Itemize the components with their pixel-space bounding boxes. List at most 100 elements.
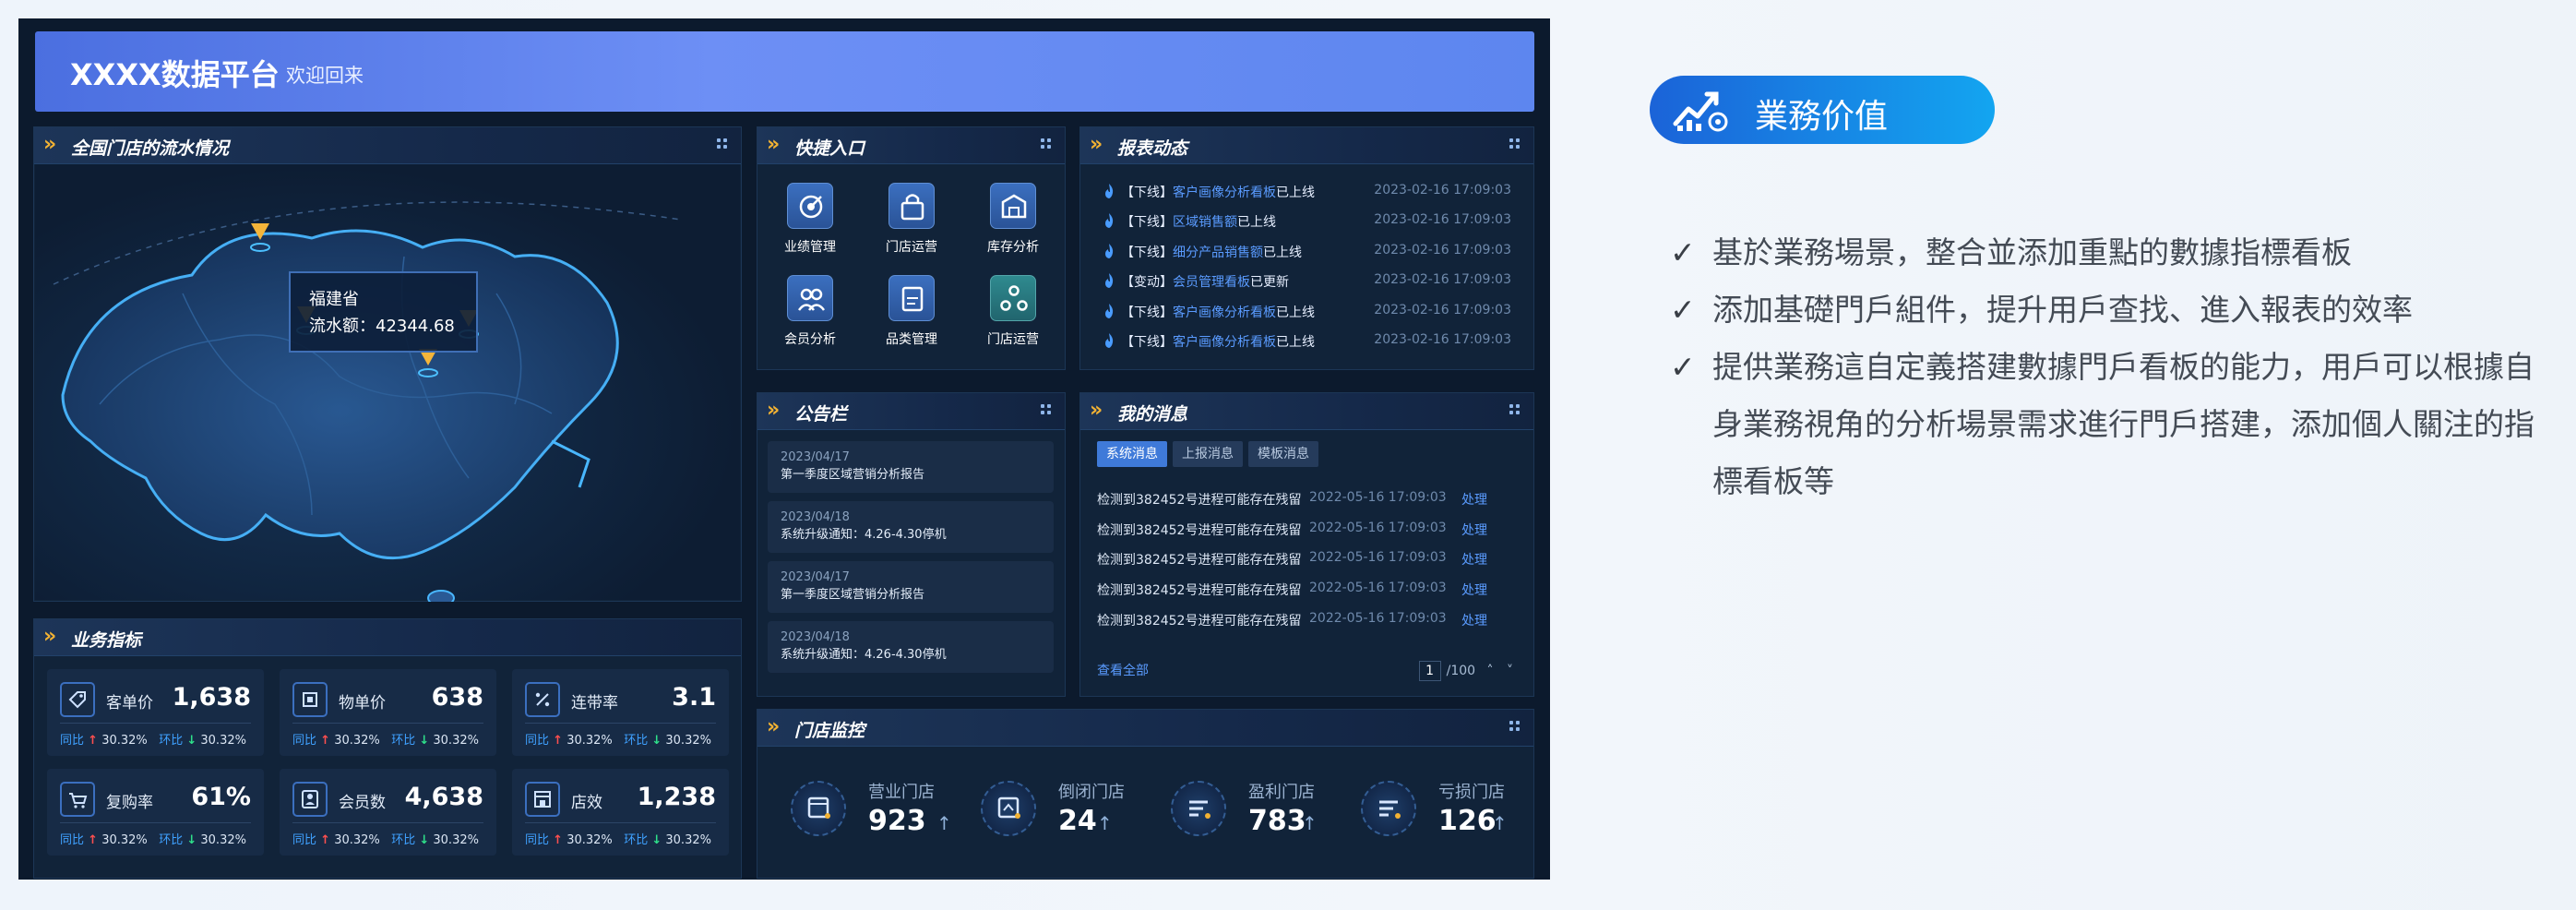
chevron-icon: » <box>43 625 56 648</box>
message-text: 检测到382452号进程可能存在残留 <box>1097 614 1302 629</box>
store-profit-icon <box>1171 781 1226 836</box>
chevron-icon: » <box>767 715 780 738</box>
panel-header: » 全国门店的流水情况 <box>34 127 741 164</box>
more-icon[interactable] <box>1509 404 1522 417</box>
more-icon[interactable] <box>1041 138 1054 151</box>
view-all-link[interactable]: 查看全部 <box>1097 661 1149 679</box>
report-row[interactable]: 【下线】区域销售额已上线 2023-02-16 17:09:03 <box>1103 210 1511 233</box>
more-icon[interactable] <box>717 138 730 151</box>
kpi-card[interactable]: 店效 1,238 同比 ↑ 30.32% 环比 ↓ 30.32% <box>512 769 729 856</box>
more-icon[interactable] <box>1041 404 1054 417</box>
monitor-profit-stores[interactable]: 盈利门店 783 ↑ <box>1171 779 1355 844</box>
quick-item-members[interactable]: 会员分析 <box>764 275 856 348</box>
handle-link[interactable]: 处理 <box>1461 521 1487 539</box>
report-time: 2023-02-16 17:09:03 <box>1374 212 1511 227</box>
report-name[interactable]: 区域销售额 <box>1173 215 1237 230</box>
report-tag: 【下线】 <box>1121 335 1173 350</box>
chevron-icon: » <box>1090 133 1103 156</box>
bullet-text: 添加基礎門戶組件，提升用戶查找、進入報表的效率 <box>1712 292 2413 328</box>
more-icon[interactable] <box>1509 721 1522 734</box>
chevron-icon: » <box>767 399 780 422</box>
report-row[interactable]: 【变动】会员管理看板已更新 2023-02-16 17:09:03 <box>1103 270 1511 293</box>
quick-item-label: 门店运营 <box>886 240 937 255</box>
more-icon[interactable] <box>1509 138 1522 151</box>
notice-date: 2023/04/18 <box>781 510 850 524</box>
message-text: 检测到382452号进程可能存在残留 <box>1097 553 1302 568</box>
report-name[interactable]: 会员管理看板 <box>1173 275 1250 290</box>
panel-header: » 门店监控 <box>757 710 1533 747</box>
message-time: 2022-05-16 17:09:03 <box>1309 521 1447 535</box>
report-row[interactable]: 【下线】客户画像分析看板已上线 2023-02-16 17:09:03 <box>1103 181 1511 203</box>
report-time: 2023-02-16 17:09:03 <box>1374 272 1511 287</box>
report-tag: 【变动】 <box>1121 275 1173 290</box>
quick-item-label: 品类管理 <box>886 332 937 347</box>
quick-item-store-ops[interactable]: 门店运营 <box>865 183 958 256</box>
tooltip-province: 福建省 <box>309 290 359 309</box>
value-bullet: ✓ 提供業務這自定義搭建數據門戶看板的能力，用戶可以根據自身業務視角的分析場景需求… <box>1670 339 2556 510</box>
quick-item-inventory[interactable]: 库存分析 <box>967 183 1059 256</box>
handle-link[interactable]: 处理 <box>1461 611 1487 629</box>
chevron-icon: » <box>43 133 56 156</box>
handle-link[interactable]: 处理 <box>1461 581 1487 599</box>
quick-item-category[interactable]: 品类管理 <box>865 275 958 348</box>
report-status: 已上线 <box>1276 186 1315 200</box>
notice-item[interactable]: 2023/04/18 系统升级通知：4.26-4.30停机 <box>768 621 1054 673</box>
notice-item[interactable]: 2023/04/17 第一季度区域营销分析报告 <box>768 441 1054 493</box>
notice-text: 第一季度区域营销分析报告 <box>781 468 925 482</box>
notice-date: 2023/04/17 <box>781 450 850 464</box>
percent-icon <box>525 682 560 717</box>
report-name[interactable]: 客户画像分析看板 <box>1173 186 1276 200</box>
panel-title: 我的消息 <box>1117 404 1188 425</box>
report-time: 2023-02-16 17:09:03 <box>1374 303 1511 317</box>
platform-title: XXXX数据平台 <box>70 57 280 92</box>
report-time: 2023-02-16 17:09:03 <box>1374 243 1511 257</box>
message-time: 2022-05-16 17:09:03 <box>1309 490 1447 505</box>
message-row: 检测到382452号进程可能存在残留 2022-05-16 17:09:03 处理 <box>1097 521 1517 543</box>
map-pin-icon[interactable] <box>247 220 273 257</box>
kpi-card[interactable]: 物单价 638 同比 ↑ 30.32% 环比 ↓ 30.32% <box>280 669 496 756</box>
monitor-loss-stores[interactable]: 亏损门店 126 ↑ <box>1361 779 1545 844</box>
handle-link[interactable]: 处理 <box>1461 550 1487 569</box>
report-row[interactable]: 【下线】客户画像分析看板已上线 2023-02-16 17:09:03 <box>1103 330 1511 353</box>
report-row[interactable]: 【下线】细分产品销售额已上线 2023-02-16 17:09:03 <box>1103 241 1511 263</box>
kpi-panel: » 业务指标 客单价 1,638 同比 ↑ 30.32% 环比 ↓ 30.32%… <box>33 618 742 879</box>
report-name[interactable]: 客户画像分析看板 <box>1173 305 1276 320</box>
tab-system[interactable]: 系统消息 <box>1097 441 1167 467</box>
monitor-closed-stores[interactable]: 倒闭门店 24 ↑ <box>981 779 1165 844</box>
page-input[interactable]: 1 <box>1418 661 1441 681</box>
monitor-label: 亏损门店 <box>1438 783 1505 802</box>
report-row[interactable]: 【下线】客户画像分析看板已上线 2023-02-16 17:09:03 <box>1103 301 1511 323</box>
monitor-open-stores[interactable]: 营业门店 923 ↑ <box>791 779 975 844</box>
panel-title: 业务指标 <box>71 630 142 651</box>
messages-panel: » 我的消息 系统消息 上报消息 模板消息 检测到382452号进程可能存在残留 20… <box>1079 392 1534 697</box>
report-status: 已上线 <box>1276 335 1315 350</box>
tab-report[interactable]: 上报消息 <box>1173 441 1243 467</box>
store-loss-icon <box>1361 781 1416 836</box>
message-text: 检测到382452号进程可能存在残留 <box>1097 583 1302 598</box>
tab-template[interactable]: 模板消息 <box>1248 441 1318 467</box>
kpi-label: 复购率 <box>106 794 153 812</box>
panel-title: 全国门店的流水情况 <box>71 138 230 159</box>
kpi-card[interactable]: 客单价 1,638 同比 ↑ 30.32% 环比 ↓ 30.32% <box>47 669 264 756</box>
warehouse-icon <box>990 183 1036 229</box>
panel-header: » 快捷入口 <box>757 127 1065 164</box>
notice-item[interactable]: 2023/04/18 系统升级通知：4.26-4.30停机 <box>768 501 1054 553</box>
bullet-text: 基於業務場景，整合並添加重點的數據指標看板 <box>1712 234 2352 270</box>
kpi-value: 4,638 <box>404 783 483 811</box>
china-map[interactable]: 福建省 流水额：42344.68 <box>35 164 740 602</box>
store-open-icon <box>791 781 846 836</box>
chevron-up-icon[interactable]: ˄ <box>1487 664 1494 678</box>
handle-link[interactable]: 处理 <box>1461 490 1487 509</box>
notice-item[interactable]: 2023/04/17 第一季度区域营销分析报告 <box>768 561 1054 613</box>
chevron-down-icon[interactable]: ˅ <box>1507 664 1513 678</box>
report-name[interactable]: 细分产品销售额 <box>1173 245 1263 260</box>
arrow-up-icon: ↑ <box>1302 812 1318 834</box>
kpi-card[interactable]: 复购率 61% 同比 ↑ 30.32% 环比 ↓ 30.32% <box>47 769 264 856</box>
quick-item-performance[interactable]: 业绩管理 <box>764 183 856 256</box>
kpi-card[interactable]: 连带率 3.1 同比 ↑ 30.32% 环比 ↓ 30.32% <box>512 669 729 756</box>
report-name[interactable]: 客户画像分析看板 <box>1173 335 1276 350</box>
store-monitor-panel: » 门店监控 营业门店 923 ↑ 倒闭门店 24 ↑ 盈利门店 783 ↑ 亏… <box>757 709 1534 879</box>
quick-item-store-ops-2[interactable]: 门店运营 <box>967 275 1059 348</box>
kpi-card[interactable]: 会员数 4,638 同比 ↑ 30.32% 环比 ↓ 30.32% <box>280 769 496 856</box>
check-icon: ✓ <box>1670 292 1696 328</box>
